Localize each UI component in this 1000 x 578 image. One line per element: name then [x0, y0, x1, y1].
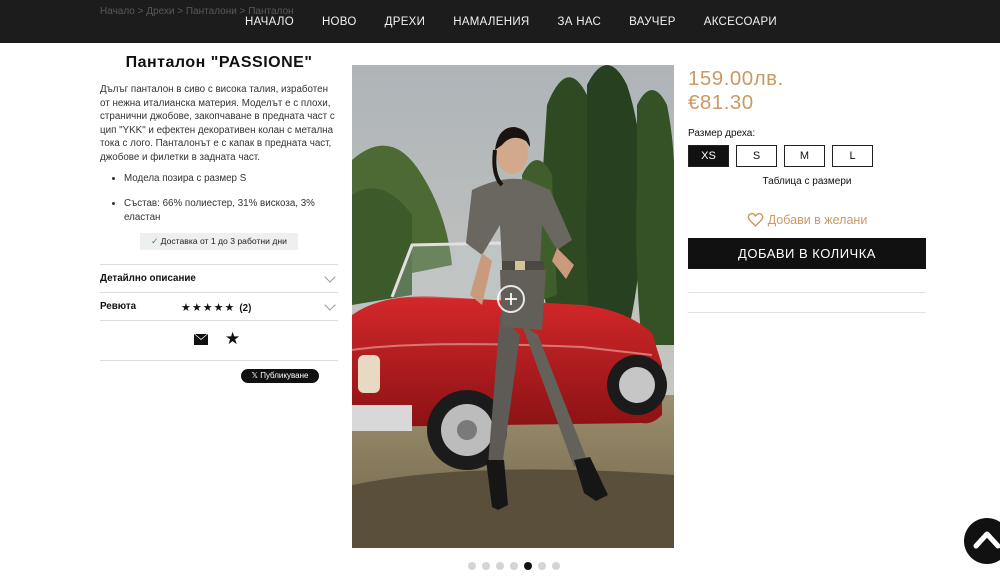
product-bullets: Модела позира с размер S Състав: 66% пол… — [100, 172, 338, 225]
carousel-dot[interactable] — [524, 562, 532, 570]
share-row: ★ — [100, 321, 338, 362]
size-table-link[interactable]: Таблица с размери — [688, 176, 926, 187]
price-bgn: 159.00лв. — [688, 67, 784, 90]
accordion-details[interactable]: Детайлно описание — [100, 265, 338, 294]
accordion: Детайлно описание Ревюта ★★★★★ (2) ★ — [100, 264, 338, 362]
carousel-dot[interactable] — [538, 562, 546, 570]
size-label: Размер дреха: — [688, 128, 756, 139]
carousel-dot[interactable] — [552, 562, 560, 570]
size-options: XS S M L — [688, 145, 926, 167]
bullet-composition: Състав: 66% полиестер, 31% вискоза, 3% е… — [124, 197, 338, 224]
nav-item-accessories[interactable]: АКСЕСОАРИ — [704, 16, 777, 28]
size-option-l[interactable]: L — [832, 145, 873, 167]
nav-item-voucher[interactable]: ВАУЧЕР — [629, 16, 676, 28]
divider — [688, 312, 926, 313]
wishlist-button[interactable]: Добави в желани — [688, 211, 926, 228]
size-option-m[interactable]: M — [784, 145, 825, 167]
zoom-icon[interactable] — [497, 285, 525, 313]
size-option-xs[interactable]: XS — [688, 145, 729, 167]
carousel-dot[interactable] — [482, 562, 490, 570]
scroll-top-button[interactable] — [964, 518, 1000, 564]
carousel-dot[interactable] — [510, 562, 518, 570]
heart-icon — [747, 212, 764, 227]
delivery-text: Доставка от 1 до 3 работни дни — [160, 236, 287, 247]
divider — [688, 292, 926, 293]
accordion-details-label: Детайлно описание — [100, 273, 196, 285]
check-icon: ✓ — [151, 236, 159, 247]
nav-item-sale[interactable]: НАМАЛЕНИЯ — [453, 16, 529, 28]
chevron-down-icon — [324, 271, 336, 284]
carousel-dot[interactable] — [496, 562, 504, 570]
accordion-reviews[interactable]: Ревюта ★★★★★ (2) — [100, 293, 338, 322]
stars-icon: ★★★★★ — [181, 302, 236, 315]
product-info-column: Панталон "PASSIONE" Дълъг панталон в сив… — [100, 54, 338, 384]
tweet-button[interactable]: 𝕏 Публикуване — [241, 369, 319, 384]
bullet-model-size: Модела позира с размер S — [124, 172, 338, 186]
purchase-column: 159.00лв. €81.30 Размер дреха: XS S M L … — [688, 67, 926, 313]
delivery-badge: ✓ Доставка от 1 до 3 работни дни — [140, 233, 298, 251]
rating-stars: ★★★★★ (2) — [181, 301, 251, 314]
star-icon[interactable]: ★ — [225, 329, 240, 349]
wishlist-label: Добави в желани — [767, 212, 868, 227]
tweet-row: 𝕏 Публикуване — [100, 361, 338, 384]
reviews-count: (2) — [239, 303, 252, 315]
nav-item-home[interactable]: НАЧАЛО — [245, 16, 294, 28]
nav-item-new[interactable]: НОВО — [322, 16, 357, 28]
product-photo[interactable] — [352, 65, 674, 548]
chevron-down-icon — [324, 299, 336, 312]
chevron-up-icon — [973, 531, 1000, 549]
accordion-reviews-label: Ревюта — [100, 301, 137, 313]
mail-icon[interactable] — [194, 334, 208, 346]
carousel-dot[interactable] — [468, 562, 476, 570]
price-eur: €81.30 — [688, 91, 754, 114]
nav-item-clothes[interactable]: ДРЕХИ — [385, 16, 426, 28]
product-title: Панталон "PASSIONE" — [125, 54, 313, 71]
add-to-cart-button[interactable]: ДОБАВИ В КОЛИЧКА — [688, 238, 926, 269]
product-description: Дълъг панталон в сиво с висока талия, из… — [100, 84, 335, 163]
nav-item-about[interactable]: ЗА НАС — [558, 16, 602, 28]
top-navbar: Начало > Дрехи > Панталони > Панталон НА… — [0, 0, 1000, 43]
size-option-s[interactable]: S — [736, 145, 777, 167]
carousel-dots — [468, 562, 560, 570]
main-menu: НАЧАЛО НОВО ДРЕХИ НАМАЛЕНИЯ ЗА НАС ВАУЧЕ… — [0, 0, 1000, 43]
